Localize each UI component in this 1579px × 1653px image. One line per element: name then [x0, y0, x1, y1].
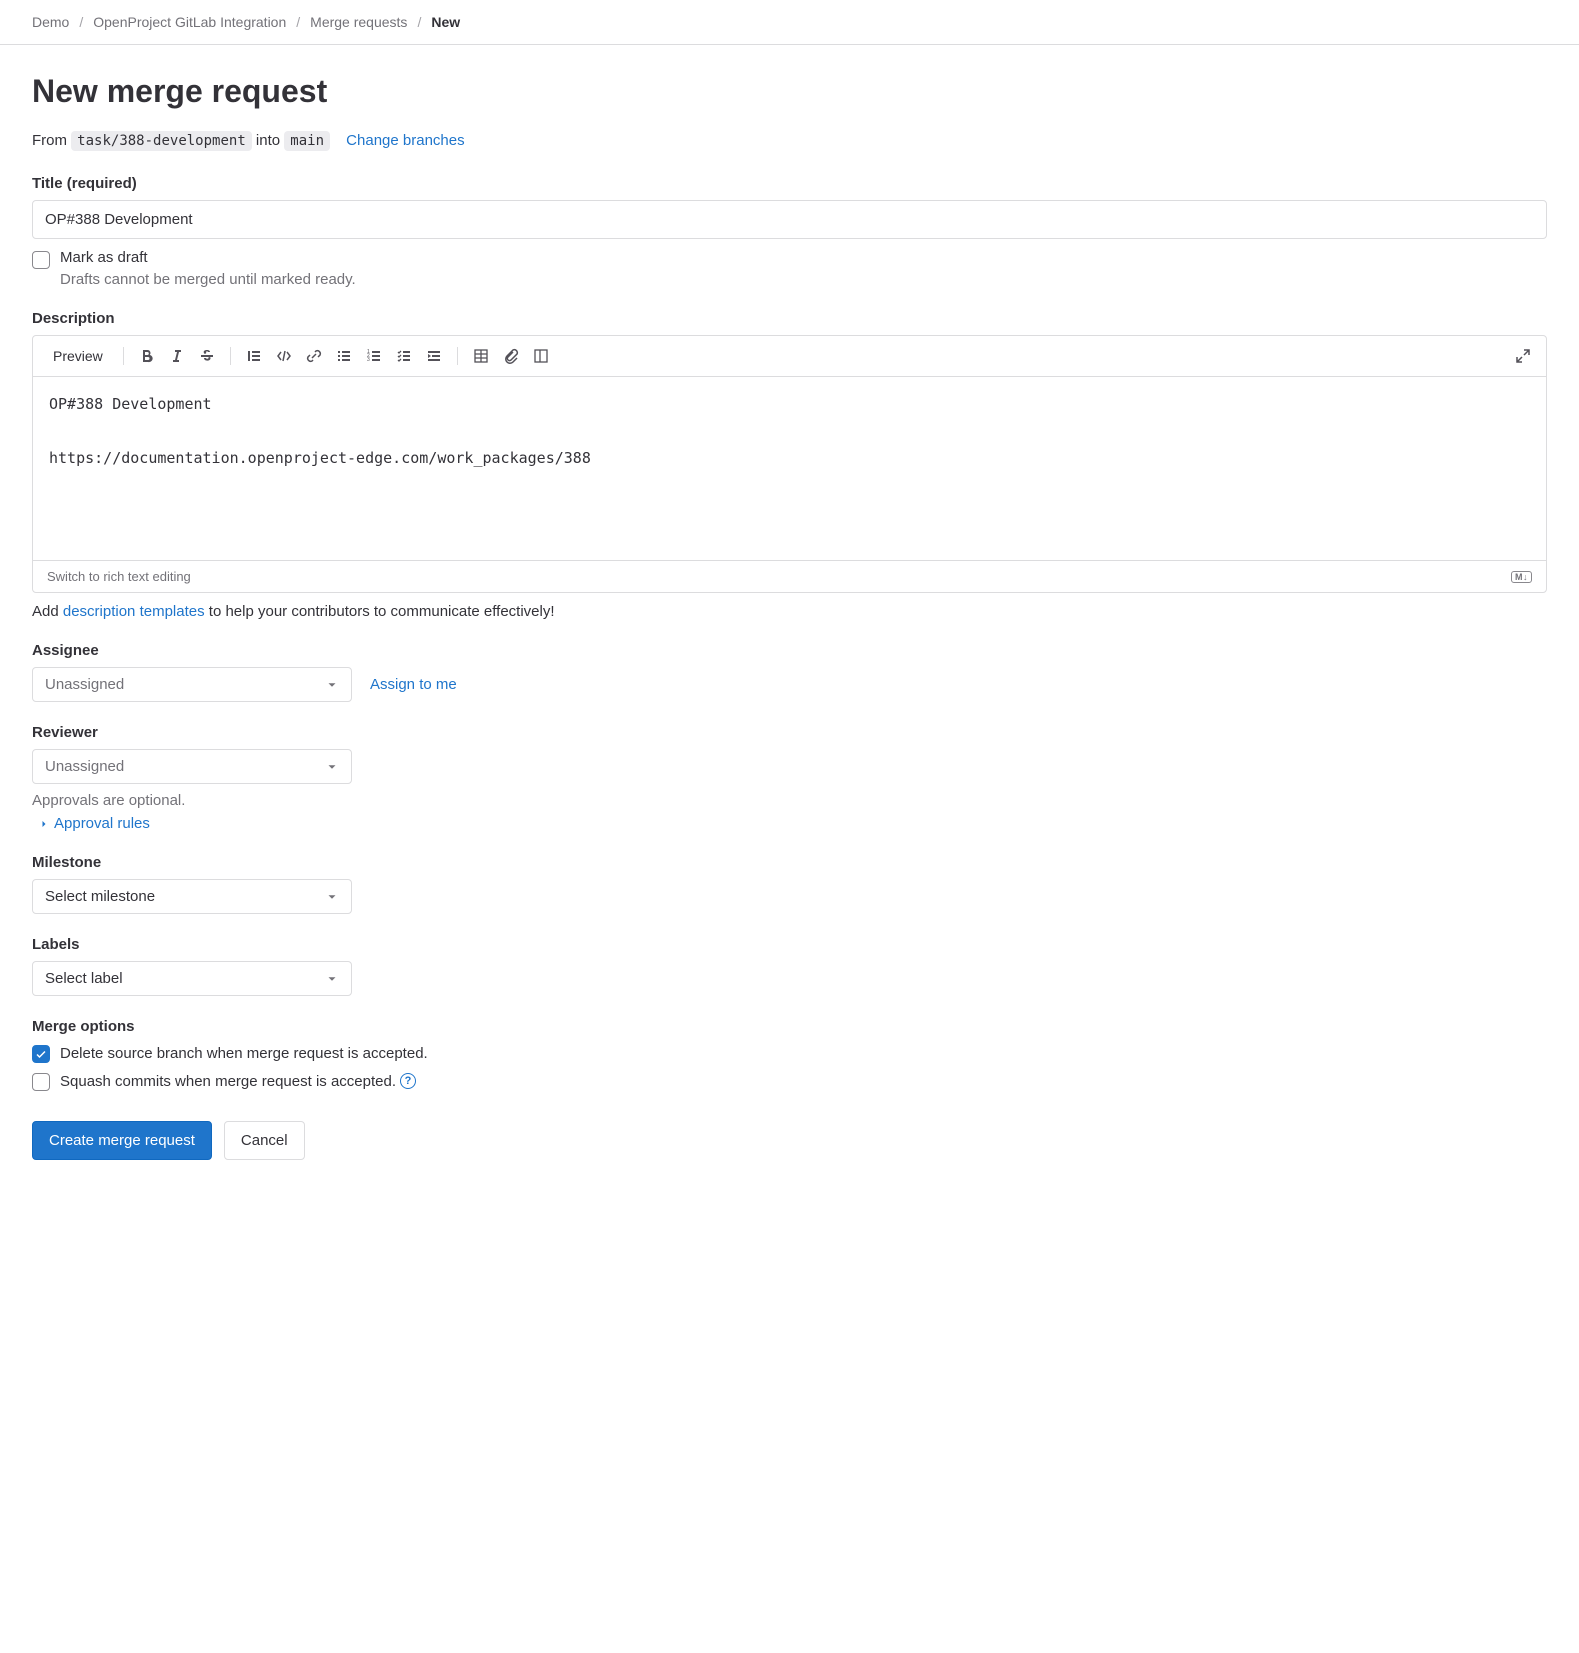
- mark-as-draft-label: Mark as draft: [60, 249, 148, 266]
- description-hint: Add description templates to help your c…: [32, 603, 1547, 620]
- preview-tab[interactable]: Preview: [43, 342, 113, 370]
- breadcrumb-separator: /: [79, 14, 83, 30]
- milestone-label: Milestone: [32, 854, 1547, 871]
- reviewer-label: Reviewer: [32, 724, 1547, 741]
- svg-text:3: 3: [367, 357, 370, 363]
- merge-options-label: Merge options: [32, 1018, 1547, 1035]
- toolbar-separator: [230, 347, 231, 365]
- description-editor: Preview 123: [32, 335, 1547, 593]
- breadcrumb-item[interactable]: Merge requests: [310, 14, 407, 30]
- link-icon[interactable]: [301, 343, 327, 369]
- attachment-icon[interactable]: [498, 343, 524, 369]
- checklist-icon[interactable]: [391, 343, 417, 369]
- squash-commits-label: Squash commits when merge request is acc…: [60, 1073, 416, 1090]
- title-input[interactable]: [32, 200, 1547, 239]
- labels-select[interactable]: Select label: [32, 961, 352, 996]
- chevron-down-icon: [325, 890, 339, 904]
- help-icon[interactable]: ?: [400, 1073, 416, 1089]
- breadcrumb-separator: /: [296, 14, 300, 30]
- milestone-select[interactable]: Select milestone: [32, 879, 352, 914]
- labels-label: Labels: [32, 936, 1547, 953]
- indent-icon[interactable]: [421, 343, 447, 369]
- breadcrumb-current: New: [431, 14, 460, 30]
- italic-icon[interactable]: [164, 343, 190, 369]
- bullet-list-icon[interactable]: [331, 343, 357, 369]
- mark-as-draft-checkbox[interactable]: [32, 251, 50, 269]
- editor-toolbar: Preview 123: [33, 336, 1546, 377]
- chevron-down-icon: [325, 678, 339, 692]
- assignee-select[interactable]: Unassigned: [32, 667, 352, 702]
- description-templates-link[interactable]: description templates: [63, 603, 205, 620]
- breadcrumb-item[interactable]: Demo: [32, 14, 69, 30]
- toolbar-separator: [457, 347, 458, 365]
- delete-source-branch-label: Delete source branch when merge request …: [60, 1045, 428, 1062]
- approvals-optional-text: Approvals are optional.: [32, 792, 1547, 809]
- markdown-badge-icon[interactable]: M↓: [1511, 571, 1532, 583]
- target-branch: main: [284, 131, 330, 151]
- breadcrumb: Demo / OpenProject GitLab Integration / …: [0, 0, 1579, 45]
- reviewer-select[interactable]: Unassigned: [32, 749, 352, 784]
- reviewer-value: Unassigned: [45, 758, 124, 775]
- bold-icon[interactable]: [134, 343, 160, 369]
- assignee-value: Unassigned: [45, 676, 124, 693]
- chevron-down-icon: [325, 972, 339, 986]
- squash-commits-checkbox[interactable]: [32, 1073, 50, 1091]
- chevron-right-icon: [38, 818, 50, 830]
- quote-icon[interactable]: [241, 343, 267, 369]
- page-title: New merge request: [32, 73, 1547, 110]
- strikethrough-icon[interactable]: [194, 343, 220, 369]
- description-textarea[interactable]: [33, 377, 1546, 557]
- cancel-button[interactable]: Cancel: [224, 1121, 305, 1160]
- branch-info: From task/388-development into main Chan…: [32, 132, 1547, 149]
- assignee-label: Assignee: [32, 642, 1547, 659]
- milestone-value: Select milestone: [45, 888, 155, 905]
- delete-source-branch-checkbox[interactable]: [32, 1045, 50, 1063]
- numbered-list-icon[interactable]: 123: [361, 343, 387, 369]
- table-icon[interactable]: [468, 343, 494, 369]
- title-label: Title (required): [32, 175, 1547, 192]
- into-label: into: [256, 132, 280, 149]
- assign-to-me-link[interactable]: Assign to me: [370, 676, 457, 693]
- switch-rich-text-link[interactable]: Switch to rich text editing: [47, 569, 191, 584]
- create-merge-request-button[interactable]: Create merge request: [32, 1121, 212, 1160]
- draft-hint: Drafts cannot be merged until marked rea…: [60, 271, 1547, 288]
- from-label: From: [32, 132, 67, 149]
- breadcrumb-item[interactable]: OpenProject GitLab Integration: [93, 14, 286, 30]
- change-branches-link[interactable]: Change branches: [346, 132, 464, 149]
- approval-rules-link[interactable]: Approval rules: [38, 815, 1547, 832]
- collapse-icon[interactable]: [528, 343, 554, 369]
- source-branch: task/388-development: [71, 131, 252, 151]
- fullscreen-icon[interactable]: [1510, 343, 1536, 369]
- labels-value: Select label: [45, 970, 123, 987]
- description-label: Description: [32, 310, 1547, 327]
- breadcrumb-separator: /: [417, 14, 421, 30]
- toolbar-separator: [123, 347, 124, 365]
- chevron-down-icon: [325, 760, 339, 774]
- code-icon[interactable]: [271, 343, 297, 369]
